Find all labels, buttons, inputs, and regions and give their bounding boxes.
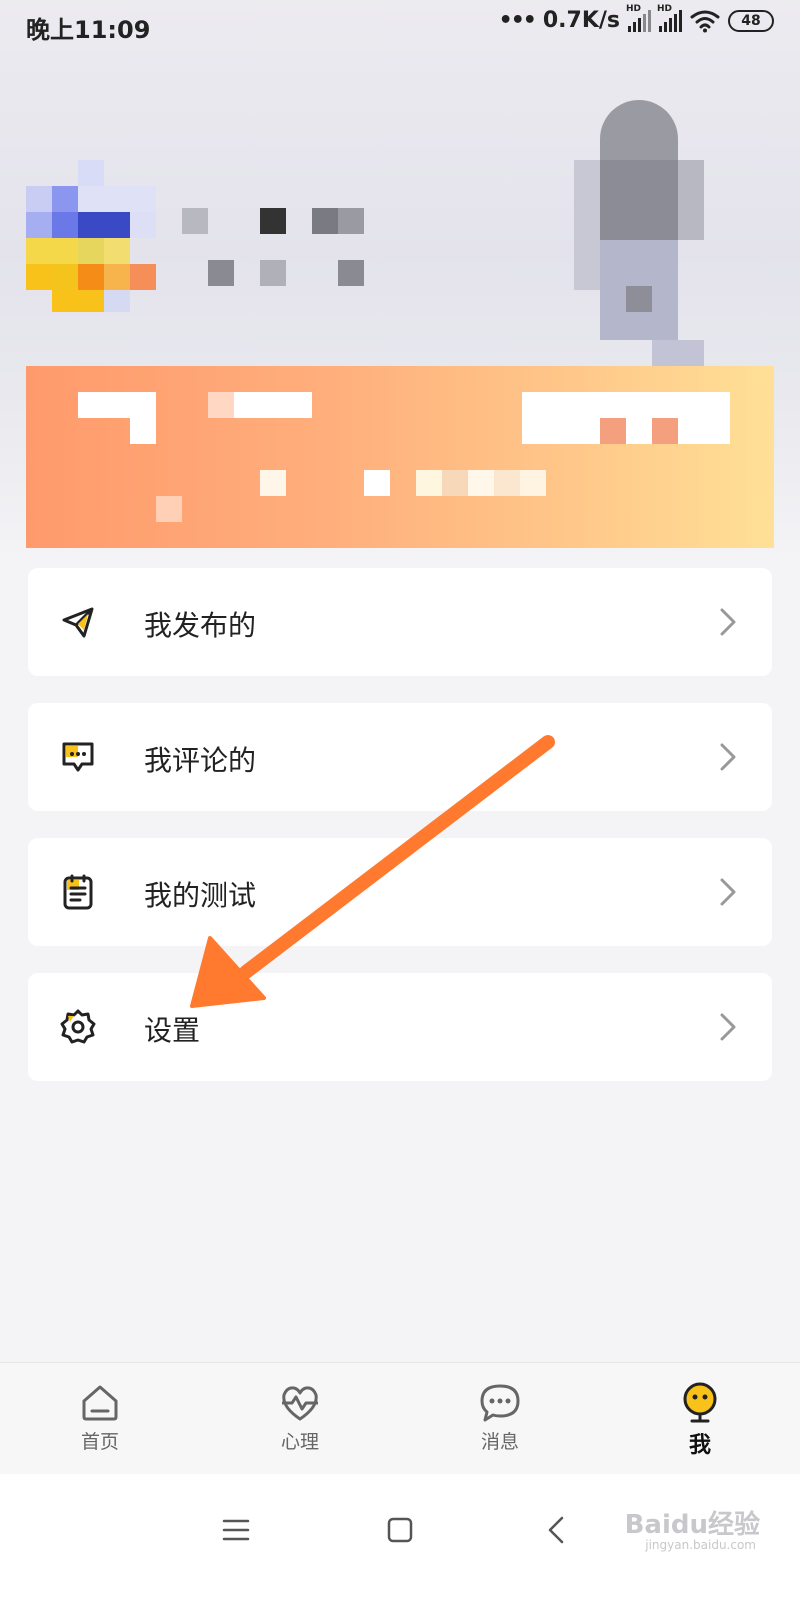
watermark-url: jingyan.baidu.com (645, 1538, 756, 1552)
tab-home[interactable]: 首页 (0, 1363, 200, 1474)
menu-item-label: 设置 (144, 1014, 201, 1047)
back-icon[interactable] (538, 1510, 578, 1550)
gear-icon (60, 1009, 96, 1044)
tab-me[interactable]: 我 (600, 1363, 800, 1474)
bottom-tab-bar: 首页 心理 消息 我 (0, 1362, 800, 1474)
menu-item-my-comments[interactable]: 我评论的 (28, 703, 772, 811)
heart-pulse-icon (282, 1386, 318, 1421)
profile-screen: 晚上11:09 ••• 0.7K/s HD HD 48 我发布的 我评论的 我的… (0, 0, 800, 1600)
menu-item-settings[interactable]: 设置 (28, 973, 772, 1081)
signal-icon: HD (626, 4, 651, 32)
tab-label: 首页 (80, 1431, 119, 1453)
paper-plane-icon (62, 607, 94, 638)
chevron-right-icon (720, 878, 736, 906)
smiley-face-icon (683, 1382, 717, 1423)
network-speed: 0.7K/s (542, 8, 620, 33)
signal-icon-2: HD (657, 4, 682, 32)
background-building-blurred (574, 100, 714, 370)
menu-icon[interactable] (216, 1510, 256, 1550)
tab-label: 消息 (480, 1431, 519, 1453)
menu-item-label: 我的测试 (144, 879, 257, 912)
tab-label: 心理 (280, 1431, 319, 1453)
more-dots-icon: ••• (498, 8, 537, 33)
nickname-blurred (182, 208, 372, 288)
menu-item-label: 我发布的 (144, 609, 257, 642)
status-indicators: ••• 0.7K/s HD HD 48 (498, 4, 774, 33)
clipboard-icon (63, 874, 93, 910)
chevron-right-icon (720, 608, 736, 636)
watermark: Baidu经验 (624, 1510, 760, 1540)
chat-bubble-icon (480, 1384, 520, 1422)
status-time: 晚上11:09 (26, 16, 151, 44)
home-button-icon[interactable] (380, 1510, 420, 1550)
tab-messages[interactable]: 消息 (400, 1363, 600, 1474)
home-icon (82, 1385, 118, 1421)
chevron-right-icon (720, 743, 736, 771)
battery-indicator: 48 (728, 9, 774, 32)
avatar[interactable] (26, 160, 156, 312)
wifi-icon (690, 10, 720, 32)
chevron-right-icon (720, 1013, 736, 1041)
tab-label: 我 (688, 1433, 711, 1458)
comment-icon (62, 742, 94, 772)
status-bar: 晚上11:09 ••• 0.7K/s HD HD 48 (0, 0, 800, 50)
menu-item-label: 我评论的 (144, 744, 257, 777)
promo-banner[interactable] (26, 366, 774, 548)
menu-item-my-posts[interactable]: 我发布的 (28, 568, 772, 676)
system-nav-bar: Baidu经验 jingyan.baidu.com (0, 1474, 800, 1600)
tab-psychology[interactable]: 心理 (200, 1363, 400, 1474)
menu-item-my-tests[interactable]: 我的测试 (28, 838, 772, 946)
